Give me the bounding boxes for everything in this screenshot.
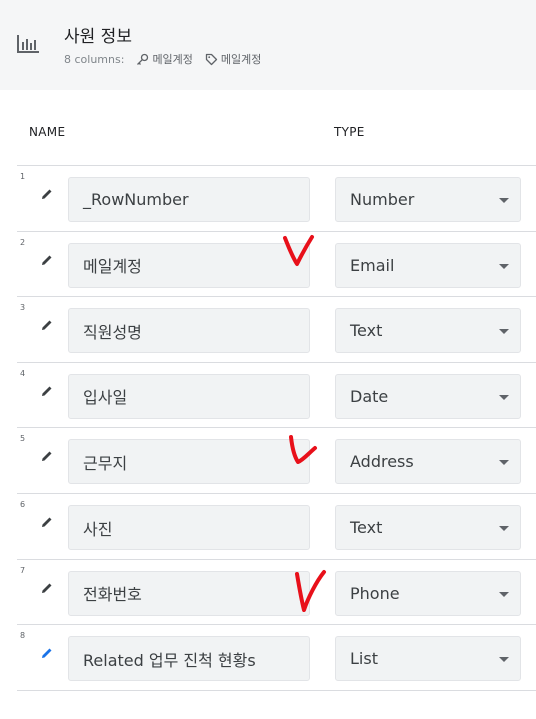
row-divider bbox=[17, 689, 536, 691]
caret-down-icon bbox=[499, 591, 509, 597]
column-name-field[interactable]: 사진 bbox=[68, 505, 310, 550]
column-row: 6 사진 Text bbox=[0, 494, 536, 560]
column-name-field[interactable]: Related 업무 진척 현황s bbox=[68, 636, 310, 682]
key-chip-label: 메일계정 bbox=[152, 53, 193, 66]
caret-down-icon bbox=[499, 263, 509, 269]
column-name-field[interactable]: 전화번호 bbox=[68, 570, 310, 616]
table-icon bbox=[17, 35, 39, 53]
column-type-dropdown[interactable]: Date bbox=[335, 373, 521, 419]
pencil-icon[interactable] bbox=[40, 253, 54, 267]
column-type-dropdown[interactable]: Text bbox=[335, 505, 521, 550]
table-header: 사원 정보 8 columns: 메일계정 메일계정 bbox=[0, 0, 536, 90]
column-name-field[interactable]: 직원성명 bbox=[68, 308, 310, 354]
column-type-dropdown[interactable]: Phone bbox=[335, 570, 521, 616]
column-row: 3 직원성명 Text bbox=[0, 297, 536, 363]
column-type-value: Text bbox=[350, 518, 383, 537]
column-type-dropdown[interactable]: List bbox=[335, 636, 521, 682]
table-title: 사원 정보 bbox=[64, 27, 132, 47]
column-type-value: List bbox=[350, 649, 378, 669]
caret-down-icon bbox=[499, 526, 509, 531]
label-chip-label: 메일계정 bbox=[220, 53, 262, 66]
columns-count: 8 columns: bbox=[64, 52, 125, 66]
key-chip: 메일계정 bbox=[136, 51, 193, 67]
column-name-field[interactable]: 입사일 bbox=[68, 373, 310, 419]
row-number: 1 bbox=[20, 172, 26, 181]
pencil-icon[interactable] bbox=[40, 187, 54, 201]
column-header-name: NAME bbox=[29, 125, 66, 139]
column-type-value: Date bbox=[350, 386, 389, 406]
row-number: 4 bbox=[20, 368, 26, 378]
column-row: 2 메일계정 Email bbox=[0, 232, 536, 298]
caret-down-icon bbox=[499, 394, 509, 400]
row-number: 6 bbox=[20, 500, 26, 509]
pencil-icon[interactable] bbox=[40, 384, 54, 398]
pencil-icon[interactable] bbox=[40, 581, 54, 595]
column-header-type: TYPE bbox=[334, 125, 365, 139]
column-type-dropdown[interactable]: Text bbox=[335, 308, 521, 354]
pencil-icon[interactable] bbox=[40, 515, 54, 529]
column-name-field[interactable]: 근무지 bbox=[68, 439, 310, 485]
column-type-value: Address bbox=[350, 452, 414, 472]
column-type-value: Email bbox=[350, 255, 395, 275]
pencil-icon[interactable] bbox=[40, 318, 54, 332]
caret-down-icon bbox=[499, 657, 509, 663]
row-number: 3 bbox=[20, 303, 26, 313]
label-chip: 메일계정 bbox=[205, 51, 261, 67]
caret-down-icon bbox=[499, 460, 509, 466]
column-type-value: Number bbox=[350, 190, 415, 209]
caret-down-icon bbox=[499, 329, 509, 335]
tag-icon bbox=[205, 53, 218, 65]
column-type-value: Phone bbox=[350, 583, 400, 603]
column-row: 5 근무지 Address bbox=[0, 428, 536, 494]
column-type-value: Text bbox=[350, 321, 383, 341]
pencil-icon[interactable] bbox=[40, 646, 54, 660]
column-row: 8 Related 업무 진척 현황s List bbox=[0, 625, 536, 691]
row-number: 5 bbox=[20, 434, 26, 444]
caret-down-icon bbox=[499, 198, 509, 203]
column-type-dropdown[interactable]: Number bbox=[335, 177, 521, 222]
column-row: 1 _RowNumber Number bbox=[0, 166, 536, 232]
pencil-icon[interactable] bbox=[40, 449, 54, 463]
column-row: 7 전화번호 Phone bbox=[0, 560, 536, 626]
column-type-dropdown[interactable]: Address bbox=[335, 439, 521, 485]
row-number: 7 bbox=[20, 565, 26, 575]
column-name-field[interactable]: _RowNumber bbox=[68, 177, 310, 222]
key-icon bbox=[137, 53, 149, 65]
table-meta: 8 columns: 메일계정 메일계정 bbox=[64, 51, 261, 67]
row-number: 8 bbox=[20, 631, 26, 641]
row-number: 2 bbox=[20, 237, 26, 247]
column-name-field[interactable]: 메일계정 bbox=[68, 242, 310, 288]
column-row: 4 입사일 Date bbox=[0, 363, 536, 429]
column-type-dropdown[interactable]: Email bbox=[335, 242, 521, 288]
